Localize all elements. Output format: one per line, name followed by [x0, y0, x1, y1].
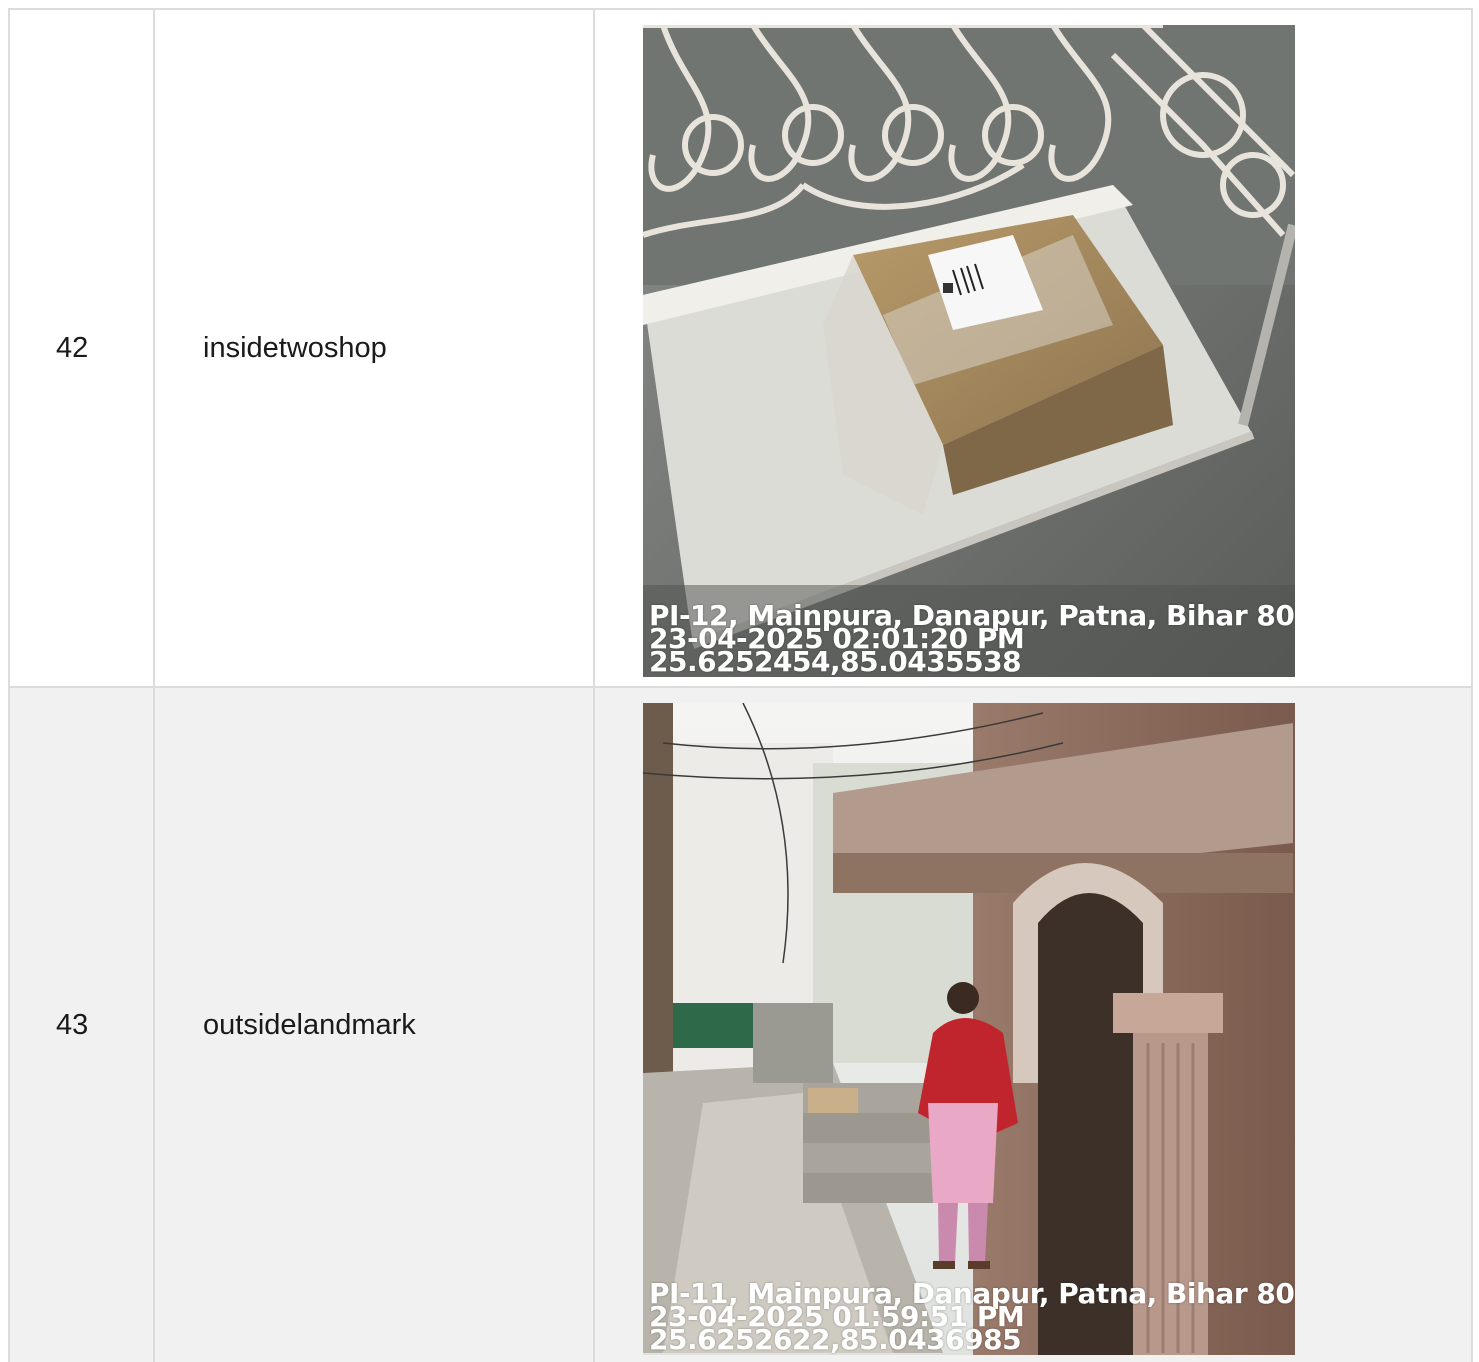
parcel-photo-image: [643, 25, 1295, 677]
photo-geotag-stamp: PI-12, Mainpura, Danapur, Patna, Bihar 8…: [649, 602, 1295, 677]
row-name-cell: outsidelandmark: [153, 688, 593, 1362]
row-name: outsidelandmark: [203, 1008, 416, 1041]
photo-geotag-stamp: PI-11, Mainpura, Danapur, Patna, Bihar 8…: [649, 1280, 1295, 1355]
stamp-coordinates: 25.6252454,85.0435538: [649, 645, 1022, 677]
parcel-photo[interactable]: PI-12, Mainpura, Danapur, Patna, Bihar 8…: [643, 25, 1295, 677]
stamp-coordinates: 25.6252622,85.0436985: [649, 1323, 1022, 1355]
row-name-cell: insidetwoshop: [153, 10, 593, 686]
row-index: 42: [56, 331, 89, 364]
row-index: 43: [56, 1008, 89, 1041]
landmark-photo[interactable]: PI-11, Mainpura, Danapur, Patna, Bihar 8…: [643, 703, 1295, 1355]
row-index-cell: 43: [8, 688, 153, 1362]
row-photo-cell: PI-12, Mainpura, Danapur, Patna, Bihar 8…: [593, 10, 1473, 686]
table-row: 42 insidetwoshop PI-12, Mainpura, Danapu…: [8, 10, 1473, 686]
row-name: insidetwoshop: [203, 331, 387, 364]
landmark-photo-image: [643, 703, 1295, 1355]
row-photo-cell: PI-11, Mainpura, Danapur, Patna, Bihar 8…: [593, 688, 1473, 1362]
table-row: 43 outsidelandmark PI-11, Mainpura, Dana…: [8, 688, 1473, 1362]
row-index-cell: 42: [8, 10, 153, 686]
